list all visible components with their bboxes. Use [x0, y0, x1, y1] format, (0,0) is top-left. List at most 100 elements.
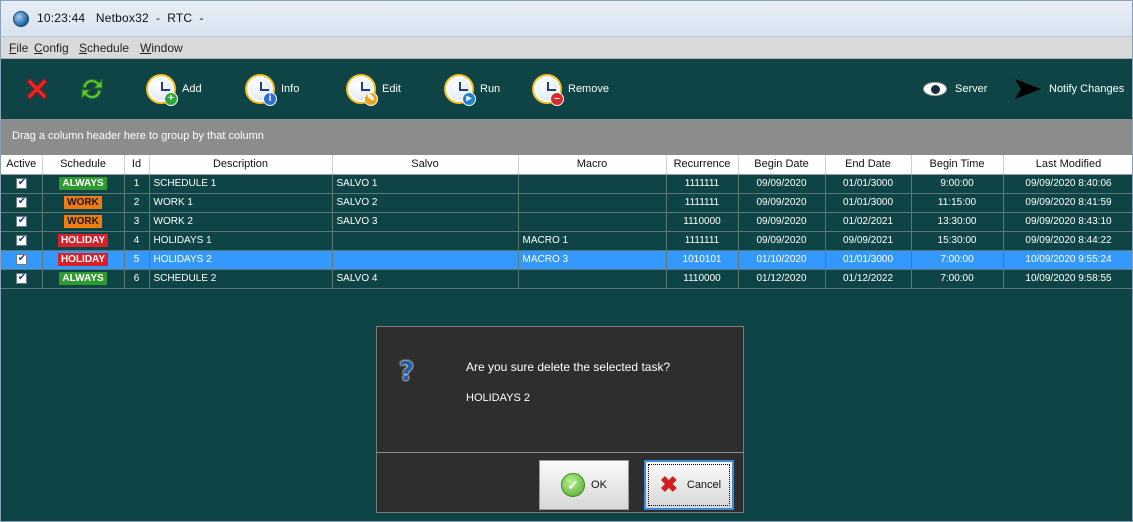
cell-last-modified[interactable]: 09/09/2020 8:44:22	[1003, 231, 1132, 251]
table-row[interactable]: ALWAYS1SCHEDULE 1SALVO 1111111109/09/202…	[1, 174, 1132, 194]
cell-begin-time[interactable]: 11:15:00	[911, 193, 1004, 213]
cell-active[interactable]	[1, 193, 43, 213]
edit-button[interactable]: ✎ Edit	[346, 69, 401, 109]
cell-macro[interactable]	[518, 212, 667, 232]
cell-end-date[interactable]: 01/12/2022	[825, 269, 912, 289]
column-header-macro[interactable]: Macro	[518, 155, 667, 175]
cell-description[interactable]: SCHEDULE 2	[149, 269, 333, 289]
cell-active[interactable]	[1, 231, 43, 251]
cell-recurrence[interactable]: 1111111	[666, 174, 739, 194]
cell-active[interactable]	[1, 174, 43, 194]
column-header-id[interactable]: Id	[124, 155, 150, 175]
menu-config[interactable]: Config	[34, 41, 69, 55]
info-button[interactable]: i Info	[245, 69, 299, 109]
cell-schedule[interactable]: HOLIDAY	[42, 231, 125, 251]
cell-begin-date[interactable]: 09/09/2020	[738, 231, 826, 251]
cell-active[interactable]	[1, 212, 43, 232]
cell-begin-date[interactable]: 09/09/2020	[738, 212, 826, 232]
cell-begin-date[interactable]: 01/12/2020	[738, 269, 826, 289]
cell-macro[interactable]: MACRO 3	[518, 250, 667, 270]
add-button[interactable]: + Add	[146, 69, 202, 109]
cell-schedule[interactable]: WORK	[42, 193, 125, 213]
cell-begin-date[interactable]: 09/09/2020	[738, 174, 826, 194]
cell-end-date[interactable]: 01/01/3000	[825, 174, 912, 194]
cancel-button[interactable]: ✖ Cancel	[644, 460, 734, 510]
column-header-end-date[interactable]: End Date	[825, 155, 912, 175]
column-header-last-modified[interactable]: Last Modified	[1003, 155, 1132, 175]
column-header-active[interactable]: Active	[1, 155, 43, 175]
cell-description[interactable]: SCHEDULE 1	[149, 174, 333, 194]
cell-begin-time[interactable]: 15:30:00	[911, 231, 1004, 251]
cell-last-modified[interactable]: 10/09/2020 9:58:55	[1003, 269, 1132, 289]
cell-salvo[interactable]: SALVO 1	[332, 174, 519, 194]
cell-schedule[interactable]: WORK	[42, 212, 125, 232]
cell-id[interactable]: 3	[124, 212, 150, 232]
cell-begin-time[interactable]: 7:00:00	[911, 250, 1004, 270]
column-header-recurrence[interactable]: Recurrence	[666, 155, 739, 175]
cell-recurrence[interactable]: 1010101	[666, 250, 739, 270]
cell-begin-date[interactable]: 01/10/2020	[738, 250, 826, 270]
cell-recurrence[interactable]: 1111111	[666, 231, 739, 251]
ok-button[interactable]: ✓ OK	[539, 460, 629, 510]
cell-recurrence[interactable]: 1110000	[666, 212, 739, 232]
cell-end-date[interactable]: 01/01/3000	[825, 250, 912, 270]
cell-last-modified[interactable]: 10/09/2020 9:55:24	[1003, 250, 1132, 270]
table-row[interactable]: HOLIDAY4HOLIDAYS 1MACRO 1111111109/09/20…	[1, 231, 1132, 251]
cell-id[interactable]: 5	[124, 250, 150, 270]
table-row[interactable]: ALWAYS6SCHEDULE 2SALVO 4111000001/12/202…	[1, 269, 1132, 289]
delete-button[interactable]	[23, 69, 51, 109]
cell-begin-time[interactable]: 7:00:00	[911, 269, 1004, 289]
cell-active[interactable]	[1, 250, 43, 270]
table-row[interactable]: HOLIDAY 5HOLIDAYS 2 MACRO 3101010101/10/20…	[1, 250, 1132, 270]
remove-button[interactable]: – Remove	[532, 69, 609, 109]
refresh-button[interactable]	[77, 69, 107, 109]
active-checkbox[interactable]	[15, 177, 27, 189]
cell-salvo[interactable]: SALVO 3	[332, 212, 519, 232]
cell-salvo[interactable]	[332, 250, 519, 270]
active-checkbox[interactable]	[15, 234, 27, 246]
active-checkbox[interactable]	[15, 215, 27, 227]
cell-recurrence[interactable]: 1110000	[666, 269, 739, 289]
cell-last-modified[interactable]: 09/09/2020 8:40:06	[1003, 174, 1132, 194]
table-row[interactable]: WORK 3WORK 2SALVO 3 111000009/09/202001/02…	[1, 212, 1132, 232]
cell-description[interactable]: HOLIDAYS 2	[149, 250, 333, 270]
cell-macro[interactable]	[518, 269, 667, 289]
group-by-panel[interactable]: Drag a column header here to group by th…	[1, 119, 1132, 155]
cell-active[interactable]	[1, 269, 43, 289]
cell-macro[interactable]	[518, 174, 667, 194]
table-row[interactable]: WORK 2WORK 1SALVO 2 111111109/09/202001/01…	[1, 193, 1132, 213]
menu-schedule[interactable]: Schedule	[79, 41, 129, 55]
column-header-begin-time[interactable]: Begin Time	[911, 155, 1004, 175]
column-header-salvo[interactable]: Salvo	[332, 155, 519, 175]
menu-window[interactable]: Window	[140, 41, 183, 55]
cell-end-date[interactable]: 01/01/3000	[825, 193, 912, 213]
cell-last-modified[interactable]: 09/09/2020 8:43:10	[1003, 212, 1132, 232]
active-checkbox[interactable]	[15, 272, 27, 284]
cell-begin-time[interactable]: 13:30:00	[911, 212, 1004, 232]
cell-schedule[interactable]: ALWAYS	[42, 269, 125, 289]
cell-salvo[interactable]: SALVO 4	[332, 269, 519, 289]
cell-id[interactable]: 1	[124, 174, 150, 194]
active-checkbox[interactable]	[15, 196, 27, 208]
cell-end-date[interactable]: 01/02/2021	[825, 212, 912, 232]
cell-begin-date[interactable]: 09/09/2020	[738, 193, 826, 213]
cell-recurrence[interactable]: 1111111	[666, 193, 739, 213]
server-button[interactable]: Server	[923, 69, 987, 109]
menu-file[interactable]: File	[9, 41, 28, 55]
cell-description[interactable]: WORK 1	[149, 193, 333, 213]
cell-salvo[interactable]	[332, 231, 519, 251]
active-checkbox[interactable]	[15, 253, 27, 265]
cell-last-modified[interactable]: 09/09/2020 8:41:59	[1003, 193, 1132, 213]
cell-macro[interactable]	[518, 193, 667, 213]
cell-description[interactable]: HOLIDAYS 1	[149, 231, 333, 251]
cell-begin-time[interactable]: 9:00:00	[911, 174, 1004, 194]
cell-id[interactable]: 4	[124, 231, 150, 251]
cell-end-date[interactable]: 09/09/2021	[825, 231, 912, 251]
cell-schedule[interactable]: HOLIDAY	[42, 250, 125, 270]
column-header-description[interactable]: Description	[149, 155, 333, 175]
cell-macro[interactable]: MACRO 1	[518, 231, 667, 251]
column-header-begin-date[interactable]: Begin Date	[738, 155, 826, 175]
cell-id[interactable]: 2	[124, 193, 150, 213]
cell-schedule[interactable]: ALWAYS	[42, 174, 125, 194]
cell-description[interactable]: WORK 2	[149, 212, 333, 232]
